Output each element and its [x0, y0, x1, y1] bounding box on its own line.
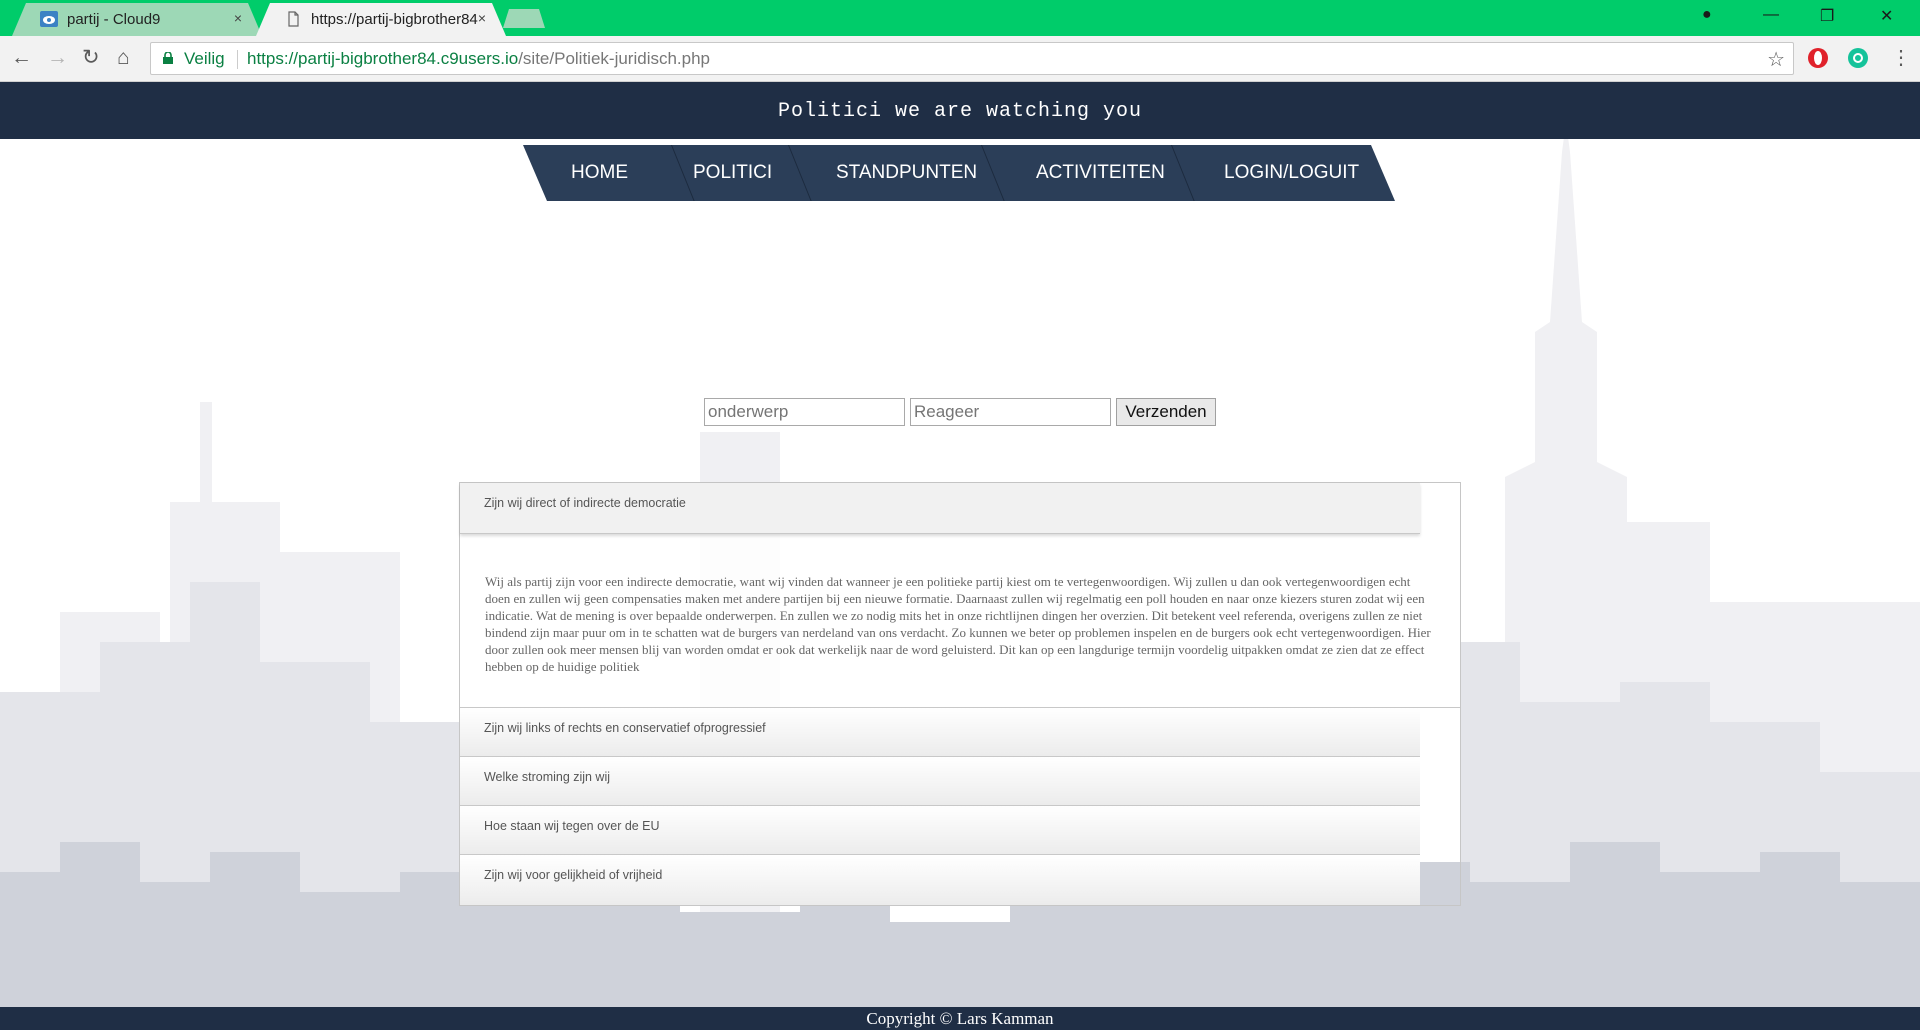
accordion-body-text: Wij als partij zijn voor een indirecte d…: [485, 574, 1431, 674]
url-text[interactable]: https://partij-bigbrother84.c9users.io/s…: [247, 49, 710, 69]
main-nav-menu: HOME POLITICI STANDPUNTEN ACTIVITEITEN L…: [523, 145, 1395, 201]
accordion-item: Hoe staan wij tegen over de EU: [460, 806, 1460, 855]
cloud9-icon: [40, 11, 58, 27]
account-icon[interactable]: ●: [1702, 6, 1712, 24]
accordion-header[interactable]: Welke stroming zijn wij: [460, 757, 1420, 806]
restore-icon[interactable]: ❐: [1820, 6, 1834, 26]
tab-title: https://partij-bigbrother84: [311, 11, 478, 28]
tab-partij-site[interactable]: https://partij-bigbrother84 ×: [256, 3, 506, 36]
accordion-header[interactable]: Zijn wij voor gelijkheid of vrijheid: [460, 855, 1420, 905]
back-icon[interactable]: ←: [11, 46, 32, 70]
faq-accordion: Zijn wij direct of indirecte democratie …: [459, 482, 1461, 906]
accordion-item: Welke stroming zijn wij: [460, 757, 1460, 806]
forward-icon[interactable]: →: [47, 46, 68, 70]
page-icon: [288, 11, 299, 27]
accordion-body: Wij als partij zijn voor een indirecte d…: [460, 534, 1460, 708]
address-separator: [237, 50, 238, 69]
tab-close-icon[interactable]: ×: [478, 10, 486, 26]
site-footer: Copyright © Lars Kamman: [0, 1007, 1920, 1030]
address-bar[interactable]: Veilig https://partij-bigbrother84.c9use…: [150, 42, 1794, 75]
accordion-item: Zijn wij voor gelijkheid of vrijheid: [460, 855, 1460, 905]
url-scheme: https://: [247, 49, 299, 68]
grammarly-extension-icon[interactable]: [1848, 48, 1868, 68]
submit-button[interactable]: Verzenden: [1116, 398, 1216, 426]
tab-cloud9[interactable]: partij - Cloud9 ×: [12, 3, 262, 36]
reaction-input[interactable]: [910, 398, 1111, 426]
lock-icon: [163, 52, 173, 64]
secure-label: Veilig: [184, 49, 225, 68]
nav-login-loguit[interactable]: LOGIN/LOGUIT: [1224, 145, 1359, 201]
opera-extension-icon[interactable]: [1808, 48, 1828, 68]
copyright-text: Copyright © Lars Kamman: [866, 1009, 1054, 1028]
nav-activiteiten[interactable]: ACTIVITEITEN: [1036, 145, 1165, 201]
subject-input[interactable]: [704, 398, 905, 426]
menu-dots-icon[interactable]: ⋮: [1891, 46, 1911, 70]
accordion-header[interactable]: Hoe staan wij tegen over de EU: [460, 806, 1420, 855]
nav-standpunten[interactable]: STANDPUNTEN: [836, 145, 977, 201]
tab-title: partij - Cloud9: [67, 11, 161, 28]
browser-toolbar: ← → ↻ ⌂ Veilig https://partij-bigbrother…: [0, 36, 1920, 82]
accordion-header[interactable]: Zijn wij links of rechts en conservatief…: [460, 708, 1420, 757]
accordion-header[interactable]: Zijn wij direct of indirecte democratie: [460, 483, 1420, 534]
page-content: Politici we are watching you HOME POLITI…: [0, 82, 1920, 1030]
bookmark-star-icon[interactable]: ☆: [1767, 47, 1785, 72]
url-host: partij-bigbrother84.c9users.io: [298, 49, 519, 68]
nav-politici[interactable]: POLITICI: [693, 145, 772, 201]
site-title: Politici we are watching you: [777, 100, 1143, 123]
accordion-item: Zijn wij direct of indirecte democratie …: [460, 483, 1460, 708]
tab-close-icon[interactable]: ×: [234, 10, 242, 26]
minimize-icon[interactable]: —: [1763, 6, 1779, 24]
close-window-icon[interactable]: ✕: [1880, 6, 1893, 26]
comment-form: Verzenden: [0, 398, 1920, 428]
home-icon[interactable]: ⌂: [117, 46, 130, 70]
site-header: Politici we are watching you: [0, 82, 1920, 139]
accordion-item: Zijn wij links of rechts en conservatief…: [460, 708, 1460, 757]
url-path: /site/Politiek-juridisch.php: [518, 49, 711, 68]
nav-home[interactable]: HOME: [571, 145, 628, 201]
browser-tab-strip: partij - Cloud9 × https://partij-bigbrot…: [0, 0, 1920, 36]
reload-icon[interactable]: ↻: [82, 46, 100, 70]
new-tab-button[interactable]: [503, 9, 545, 28]
